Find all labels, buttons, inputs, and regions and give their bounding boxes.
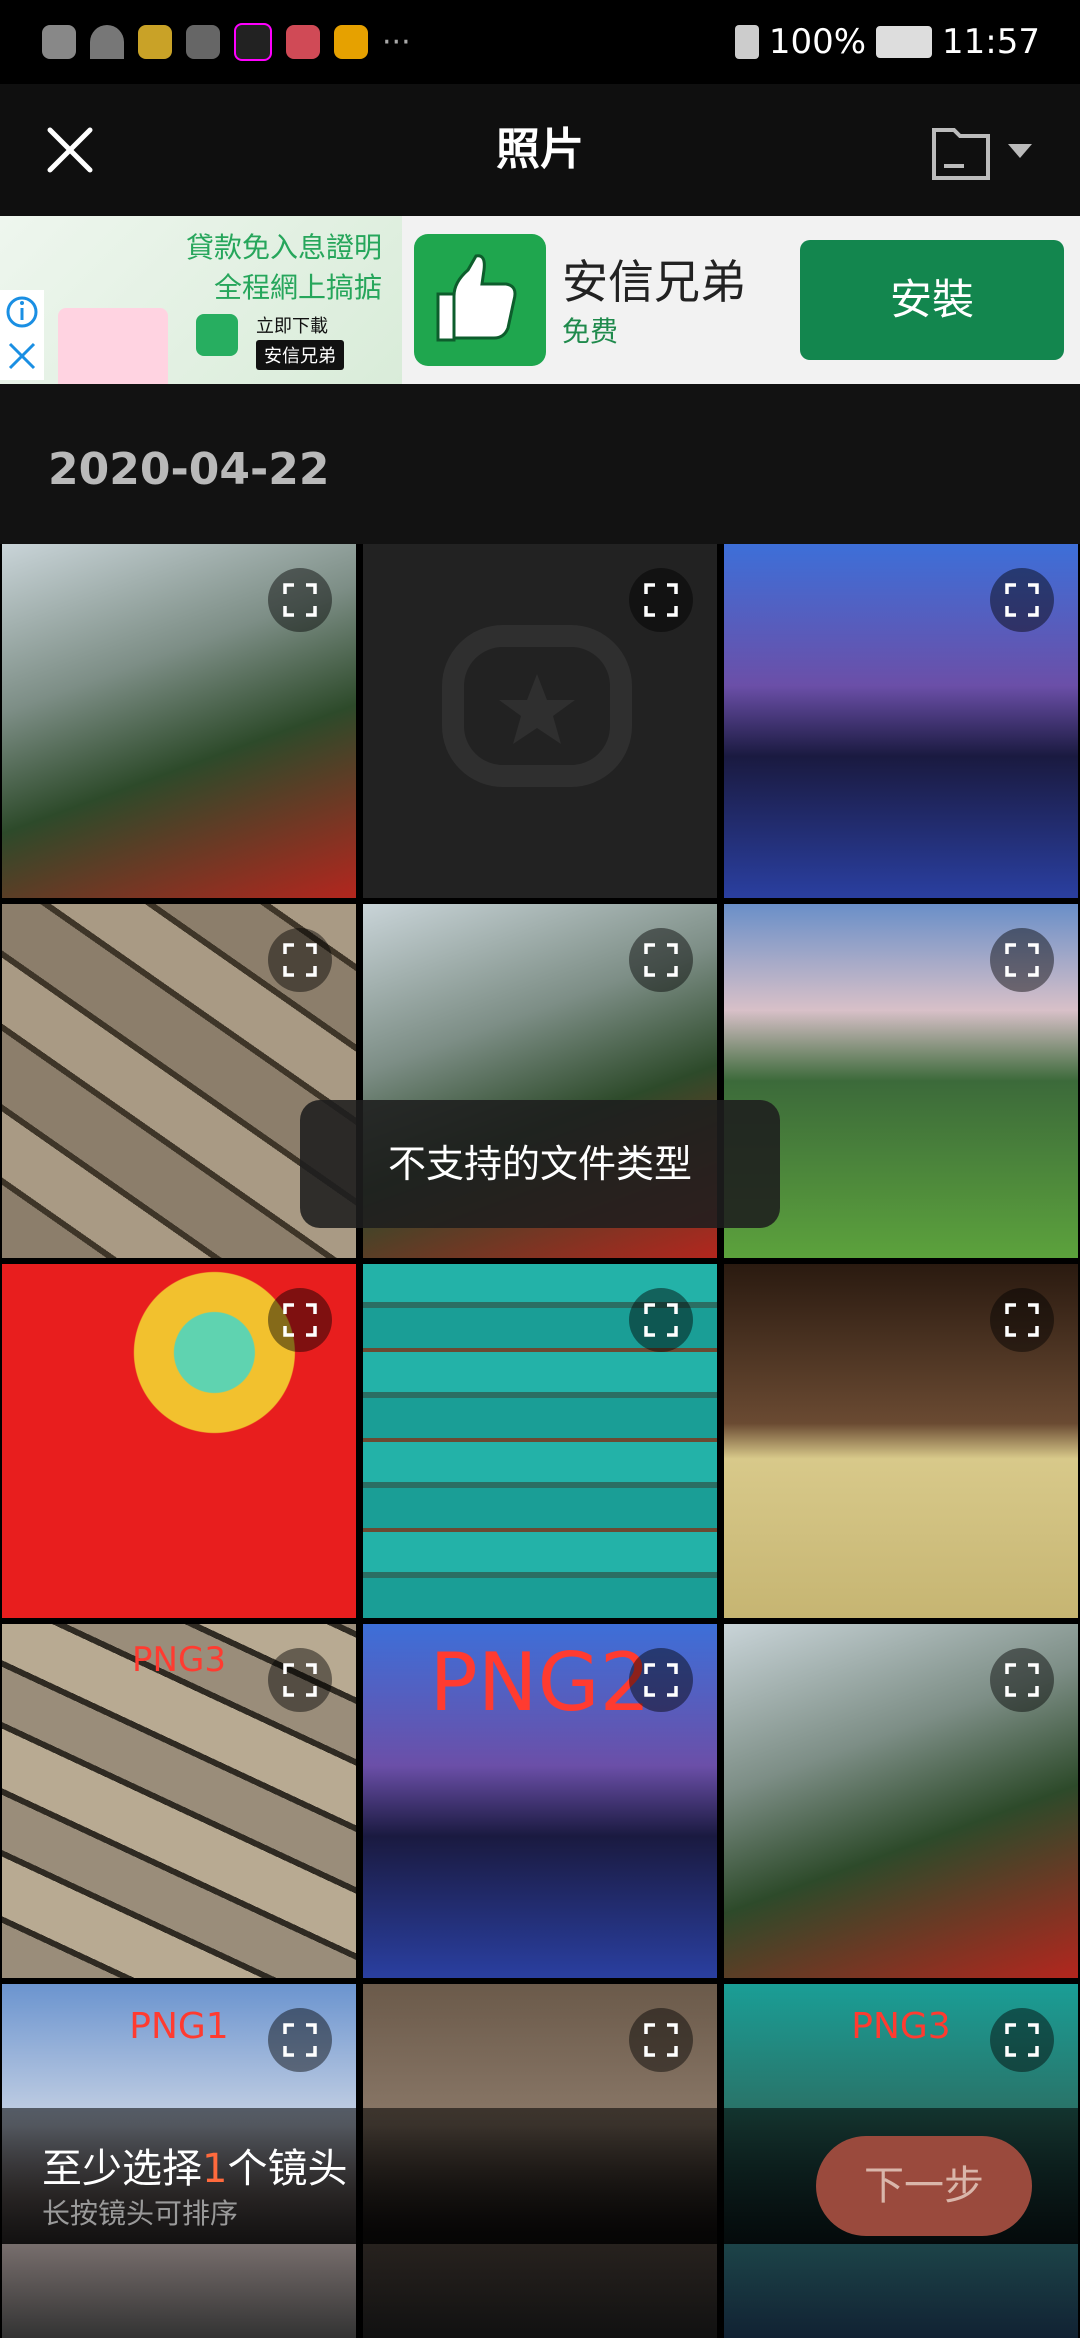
expand-button[interactable] — [268, 1648, 332, 1712]
clock: 11:57 — [942, 22, 1040, 62]
ad-image-line1: 貸款免入息證明 — [185, 231, 382, 264]
install-button[interactable]: 安裝 — [800, 240, 1064, 360]
media-tile[interactable] — [724, 544, 1078, 898]
close-icon — [47, 127, 93, 173]
ad-close-icon[interactable] — [8, 342, 36, 370]
hint-prefix: 至少选择 — [42, 2146, 202, 2192]
expand-icon — [644, 583, 678, 617]
ad-brand-chip: 安信兄弟 — [256, 340, 344, 370]
expand-icon — [1005, 1303, 1039, 1337]
ad-download-text: 立即下載 — [256, 316, 328, 337]
sort-hint: 长按镜头可排序 — [42, 2197, 239, 2230]
status-bar: ··· 100% 11:57 — [0, 0, 1080, 84]
ad-image-line2: 全程網上搞掂 — [213, 271, 382, 304]
expand-icon — [644, 2023, 678, 2057]
ad-price: 免费 — [562, 315, 619, 348]
tiktok-icon — [234, 23, 272, 61]
media-grid: PNG3 PNG2 PNG1 PNG3 — [0, 544, 1080, 2338]
expand-icon — [644, 943, 678, 977]
app-notification-icon — [138, 25, 172, 59]
expand-button[interactable] — [629, 1648, 693, 1712]
phone-illustration — [58, 308, 168, 384]
media-tile[interactable] — [2, 544, 356, 898]
ad-small-logo-icon — [196, 314, 238, 356]
media-tile[interactable] — [724, 1624, 1078, 1978]
next-button[interactable]: 下一步 — [816, 2136, 1032, 2236]
weibo-icon — [334, 25, 368, 59]
expand-button[interactable] — [629, 1288, 693, 1352]
ad-banner[interactable]: 貸款免入息證明 全程網上搞掂 立即下載 安信兄弟 安信兄弟 免费 安裝 — [0, 216, 1080, 384]
media-tile[interactable] — [2, 1264, 356, 1618]
expand-button[interactable] — [268, 568, 332, 632]
page-title: 照片 — [496, 124, 584, 175]
battery-percent: 100% — [768, 22, 867, 62]
date-header: 2020-04-22 — [48, 444, 330, 495]
toast-message: 不支持的文件类型 — [300, 1100, 780, 1228]
ad-choices[interactable] — [0, 290, 44, 380]
close-button[interactable] — [44, 124, 96, 176]
expand-icon — [644, 1663, 678, 1697]
expand-icon — [1005, 943, 1039, 977]
expand-icon — [283, 1303, 317, 1337]
more-notifications-icon: ··· — [382, 24, 411, 60]
expand-icon — [644, 1303, 678, 1337]
vibrate-icon — [734, 25, 759, 59]
media-tile[interactable]: PNG2 — [363, 1624, 717, 1978]
expand-button[interactable] — [268, 928, 332, 992]
expand-icon — [1005, 2023, 1039, 2057]
battery-icon — [876, 26, 933, 58]
shopping-icon — [286, 25, 320, 59]
hint-suffix: 个镜头 — [227, 2146, 348, 2192]
expand-icon — [1005, 1663, 1039, 1697]
top-bar: 照片 — [0, 84, 1080, 216]
ad-image[interactable]: 貸款免入息證明 全程網上搞掂 立即下載 安信兄弟 — [0, 216, 402, 384]
media-tile[interactable] — [724, 1264, 1078, 1618]
alert-icon — [42, 25, 76, 59]
expand-icon — [283, 2023, 317, 2057]
media-tile[interactable]: PNG3 — [2, 1624, 356, 1978]
expand-button[interactable] — [990, 1648, 1054, 1712]
usb-icon — [186, 25, 220, 59]
expand-icon — [283, 583, 317, 617]
media-tile[interactable] — [363, 1264, 717, 1618]
media-tile-unsupported[interactable] — [363, 544, 717, 898]
expand-button[interactable] — [990, 928, 1054, 992]
expand-button[interactable] — [990, 1288, 1054, 1352]
expand-button[interactable] — [629, 2008, 693, 2072]
expand-button[interactable] — [629, 568, 693, 632]
expand-button[interactable] — [629, 928, 693, 992]
date-section: 2020-04-22 — [0, 384, 1080, 544]
status-icons-right: 100% 11:57 — [734, 0, 1040, 84]
status-icons-left: ··· — [0, 0, 411, 84]
expand-icon — [283, 1663, 317, 1697]
expand-button[interactable] — [990, 568, 1054, 632]
thumbs-up-icon — [436, 254, 517, 342]
expand-button[interactable] — [268, 2008, 332, 2072]
folder-icon — [932, 128, 1032, 180]
expand-button[interactable] — [268, 1288, 332, 1352]
expand-icon — [1005, 583, 1039, 617]
app-logo[interactable] — [414, 234, 546, 366]
ad-app-name[interactable]: 安信兄弟 — [562, 246, 746, 312]
expand-button[interactable] — [990, 2008, 1054, 2072]
hint-count: 1 — [202, 2146, 228, 2192]
selection-hint: 至少选择1个镜头 — [42, 2136, 347, 2194]
expand-icon — [283, 943, 317, 977]
folder-selector-button[interactable] — [930, 122, 1050, 182]
wifi-icon — [90, 25, 124, 59]
